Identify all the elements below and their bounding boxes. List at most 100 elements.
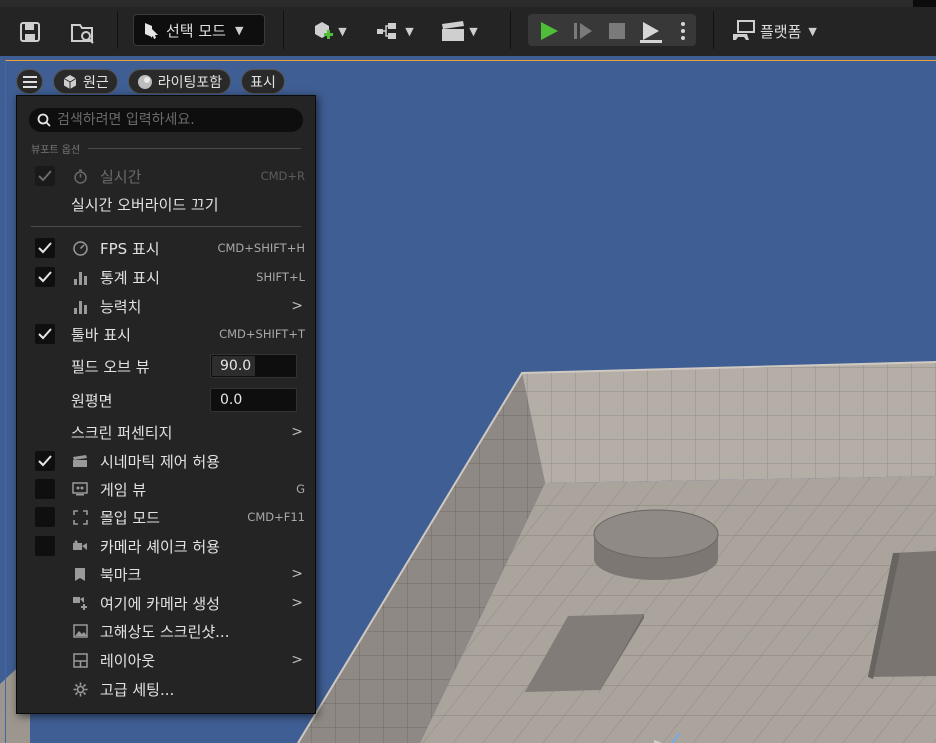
menu-item-allow-cinematic-control[interactable]: 시네마틱 제어 허용 (17, 447, 315, 475)
far-plane-input[interactable]: 0.0 (210, 388, 297, 412)
checkmark-icon (38, 328, 52, 340)
shortcut-label: SHIFT+L (256, 270, 305, 284)
blueprint-dropdown[interactable]: ▼ (372, 18, 418, 44)
chevron-down-icon: ▼ (234, 23, 244, 37)
menu-item-screen-percentage[interactable]: 스크린 퍼센티지 > (17, 418, 315, 446)
menu-item-label: FPS 표시 (100, 239, 160, 258)
checkmark-icon (38, 242, 52, 254)
checkbox[interactable] (35, 479, 55, 499)
checkbox[interactable] (35, 451, 55, 471)
menu-item-immersive-mode[interactable]: 몰입 모드 CMD+F11 (17, 503, 315, 531)
content-browser-icon[interactable] (70, 20, 96, 46)
fov-input[interactable]: 90.0 (210, 354, 297, 378)
chevron-right-icon: > (291, 566, 303, 582)
menu-item-show-stats[interactable]: 통계 표시 SHIFT+L (17, 263, 315, 291)
menu-item-label: 북마크 (100, 565, 142, 584)
checkbox[interactable] (35, 507, 55, 527)
fov-value: 90.0 (220, 358, 252, 374)
fullscreen-icon (72, 509, 88, 525)
menu-item-label: 몰입 모드 (100, 508, 160, 527)
menu-item-label: 게임 뷰 (100, 480, 147, 499)
platforms-label: 플랫폼 (760, 22, 802, 41)
gauge-icon (72, 240, 88, 256)
stopwatch-icon (72, 168, 88, 184)
clapperboard-icon (442, 21, 465, 41)
menu-item-create-camera-here[interactable]: 여기에 카메라 생성 > (17, 589, 315, 617)
checkbox[interactable] (35, 267, 55, 287)
shortcut-label: CMD+F11 (247, 510, 305, 524)
search-icon (37, 113, 51, 127)
checkbox[interactable] (35, 324, 55, 344)
menu-item-label: 원평면 (71, 391, 113, 410)
viewport-toolbar: 원근 라이팅포함 표시 (16, 69, 285, 94)
section-title: 뷰포트 옵션 (31, 144, 81, 156)
chevron-right-icon: > (291, 298, 303, 314)
layout-icon (72, 652, 88, 668)
lighting-mode-label: 라이팅포함 (157, 74, 223, 91)
shortcut-label: CMD+SHIFT+T (219, 327, 305, 341)
gamepad-icon (733, 20, 755, 40)
checkmark-icon (38, 455, 52, 467)
shortcut-label: G (296, 482, 305, 496)
save-icon[interactable] (18, 20, 42, 44)
viewport-options-button[interactable] (16, 69, 43, 94)
title-strip (0, 0, 936, 7)
clapperboard-icon (72, 453, 88, 469)
chevron-right-icon: > (291, 652, 303, 668)
divider (31, 226, 301, 227)
menu-item-far-plane: 원평면 0.0 (17, 386, 315, 414)
chevron-down-icon: ▼ (469, 24, 478, 38)
lighting-mode-button[interactable]: 라이팅포함 (127, 69, 232, 94)
menu-item-label: 능력치 (100, 297, 142, 316)
menu-search-box[interactable] (29, 108, 303, 132)
checkbox[interactable] (35, 238, 55, 258)
hamburger-icon (22, 75, 37, 88)
menu-search-input[interactable] (57, 112, 287, 128)
menu-item-disable-realtime-override[interactable]: 실시간 오버라이드 끄기 (17, 190, 315, 218)
show-flags-button[interactable]: 표시 (241, 69, 285, 94)
menu-item-allow-camera-shake[interactable]: 카메라 셰이크 허용 (17, 532, 315, 560)
menu-item-label: 카메라 셰이크 허용 (100, 537, 220, 556)
menu-item-show-toolbar[interactable]: 툴바 표시 CMD+SHIFT+T (17, 320, 315, 348)
menu-item-layouts[interactable]: 레이아웃 > (17, 646, 315, 674)
menu-item-label: 시네마틱 제어 허용 (100, 452, 220, 471)
menu-item-high-res-screenshot[interactable]: 고해상도 스크린샷... (17, 617, 315, 645)
menu-item-label: 필드 오브 뷰 (71, 357, 150, 376)
section-header: 뷰포트 옵션 (31, 140, 301, 156)
menu-item-game-view[interactable]: 게임 뷰 G (17, 475, 315, 503)
select-mode-icon (145, 23, 158, 39)
play-icon[interactable] (536, 19, 562, 43)
menu-item-label: 레이아웃 (100, 651, 156, 670)
add-camera-icon (72, 595, 88, 611)
chevron-right-icon: > (291, 595, 303, 611)
bar-chart-icon (72, 269, 88, 285)
menu-item-label: 여기에 카메라 생성 (100, 594, 220, 613)
checkbox[interactable] (35, 536, 55, 556)
menu-item-label: 고해상도 스크린샷... (100, 622, 230, 641)
add-actor-dropdown[interactable]: ▼ (306, 18, 352, 44)
cinematics-dropdown[interactable]: ▼ (436, 18, 482, 44)
more-options-icon[interactable] (673, 19, 693, 43)
checkbox (35, 166, 55, 186)
camera-icon (72, 538, 88, 554)
menu-item-advanced-settings[interactable]: 고급 세팅... (17, 675, 315, 703)
menu-item-label: 고급 세팅... (100, 680, 175, 699)
stop-icon[interactable] (604, 19, 630, 43)
menu-item-stats-submenu[interactable]: 능력치 > (17, 292, 315, 320)
gear-icon (72, 681, 88, 697)
selection-mode-dropdown[interactable]: 선택 모드 ▼ (133, 14, 265, 46)
menu-item-field-of-view: 필드 오브 뷰 90.0 (17, 352, 315, 380)
eject-icon[interactable] (637, 19, 665, 45)
menu-item-show-fps[interactable]: FPS 표시 CMD+SHIFT+H (17, 234, 315, 262)
shortcut-label: CMD+SHIFT+H (217, 241, 305, 255)
view-mode-button[interactable]: 원근 (53, 69, 118, 94)
checkmark-icon (38, 170, 52, 182)
image-icon (72, 623, 88, 639)
chevron-down-icon: ▼ (405, 24, 414, 38)
menu-item-label: 툴바 표시 (71, 325, 131, 344)
step-icon[interactable] (570, 19, 596, 43)
bookmark-icon (72, 566, 88, 582)
viewport-options-menu: 뷰포트 옵션 실시간 CMD+R 실시간 오버라이드 끄기 FPS 표시 CMD… (16, 95, 316, 714)
platforms-dropdown[interactable]: 플랫폼 ▼ (732, 18, 826, 44)
menu-item-bookmarks[interactable]: 북마크 > (17, 560, 315, 588)
